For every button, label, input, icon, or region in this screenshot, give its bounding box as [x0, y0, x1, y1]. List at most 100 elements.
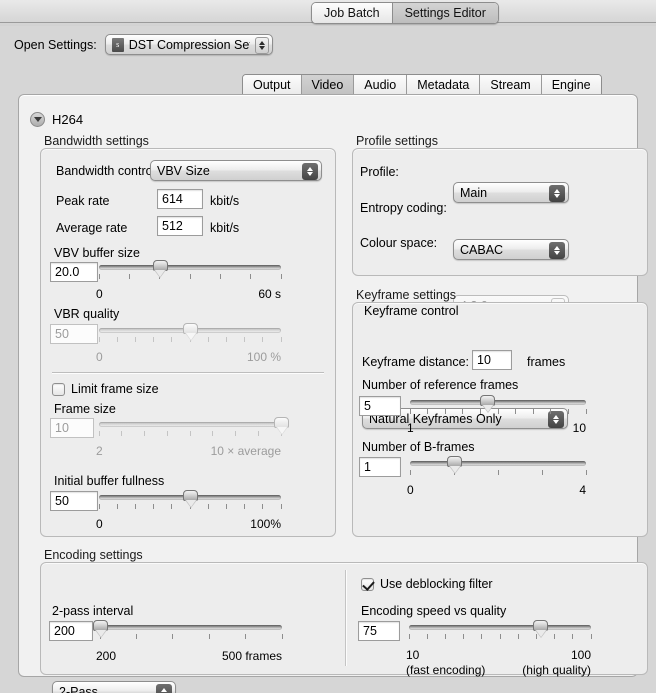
vbr-quality-slider[interactable]	[99, 322, 281, 348]
initial-buffer-min-label: 0	[96, 517, 103, 531]
b-frames-max-label: 4	[506, 483, 586, 497]
b-frames-slider[interactable]	[410, 455, 586, 481]
document-icon: s	[112, 38, 124, 52]
tab-stream[interactable]: Stream	[479, 75, 540, 94]
encoding-group-title: Encoding settings	[44, 548, 143, 562]
limit-frame-size-checkbox[interactable]	[52, 383, 65, 396]
keyframe-group-title: Keyframe settings	[356, 288, 456, 302]
deblocking-checkbox-row[interactable]: Use deblocking filter	[361, 577, 493, 591]
segment-settings-editor[interactable]: Settings Editor	[392, 3, 498, 23]
pass-interval-slider[interactable]	[100, 619, 282, 645]
disclosure-triangle-down-icon[interactable]	[30, 112, 45, 127]
pass-interval-label: 2-pass interval	[52, 604, 133, 618]
open-settings-row: Open Settings: s DST Compression Setting	[14, 34, 273, 55]
profile-dropdown[interactable]: Main	[453, 182, 569, 203]
profile-group-title: Profile settings	[356, 134, 438, 148]
tab-audio[interactable]: Audio	[353, 75, 406, 94]
open-settings-label: Open Settings:	[14, 38, 97, 52]
limit-frame-size-checkbox-row[interactable]: Limit frame size	[52, 382, 159, 396]
slider-thumb[interactable]	[153, 260, 168, 280]
bandwidth-control-value: VBV Size	[157, 164, 210, 178]
keyframe-control-label: Keyframe control	[364, 304, 458, 318]
reference-frames-input[interactable]: 5	[359, 396, 401, 416]
slider-thumb[interactable]	[93, 620, 108, 640]
average-rate-unit: kbit/s	[210, 221, 239, 235]
b-frames-min-label: 0	[407, 483, 414, 497]
vbv-buffer-min-label: 0	[96, 287, 103, 301]
average-rate-input[interactable]: 512	[157, 216, 203, 236]
slider-track	[99, 265, 281, 270]
keyframe-distance-unit: frames	[527, 355, 565, 369]
slider-thumb[interactable]	[447, 456, 462, 476]
slider-thumb[interactable]	[274, 417, 289, 437]
reference-frames-min-label: 1	[407, 421, 414, 435]
keyframe-distance-label: Keyframe distance:	[362, 355, 469, 369]
reference-frames-max-label: 10	[506, 421, 586, 435]
main-view-switcher[interactable]: Job Batch Settings Editor	[311, 2, 499, 24]
peak-rate-unit: kbit/s	[210, 194, 239, 208]
slider-ticks	[100, 634, 282, 640]
open-settings-dropdown[interactable]: s DST Compression Setting	[105, 34, 273, 55]
pass-interval-input[interactable]: 200	[49, 621, 93, 641]
bandwidth-control-dropdown[interactable]: VBV Size	[150, 160, 322, 181]
peak-rate-label: Peak rate	[56, 194, 110, 208]
slider-ticks	[410, 470, 586, 476]
chevron-updown-icon[interactable]	[549, 185, 565, 202]
tab-video[interactable]: Video	[301, 75, 354, 94]
settings-tabs[interactable]: Output Video Audio Metadata Stream Engin…	[242, 74, 602, 95]
b-frames-label: Number of B-frames	[362, 440, 475, 454]
vbv-buffer-slider[interactable]	[99, 259, 281, 285]
slider-thumb[interactable]	[480, 395, 495, 415]
open-settings-value: DST Compression Setting	[129, 38, 250, 52]
initial-buffer-slider[interactable]	[99, 489, 281, 515]
slider-ticks	[410, 409, 586, 415]
bandwidth-divider	[52, 372, 324, 373]
speed-quality-slider[interactable]	[409, 619, 591, 645]
speed-quality-min-label: 10	[406, 648, 419, 662]
chevron-updown-icon[interactable]	[549, 242, 565, 259]
chevron-updown-icon[interactable]	[156, 684, 172, 693]
slider-ticks	[99, 431, 281, 437]
frame-size-min-label: 2	[96, 444, 103, 458]
initial-buffer-input[interactable]: 50	[50, 491, 98, 511]
slider-track	[409, 625, 591, 630]
average-rate-label: Average rate	[56, 221, 127, 235]
speed-quality-max-label: 100	[491, 648, 591, 662]
frame-size-slider[interactable]	[99, 416, 281, 442]
frame-size-input[interactable]: 10	[50, 418, 94, 438]
vbr-quality-max-label: 100 %	[181, 350, 281, 364]
pass-mode-dropdown[interactable]: 2-Pass	[52, 681, 176, 693]
vbv-buffer-label: VBV buffer size	[54, 246, 140, 260]
stepper-icon[interactable]	[255, 37, 269, 54]
slider-track	[410, 400, 586, 405]
slider-track	[99, 422, 281, 427]
b-frames-input[interactable]: 1	[359, 457, 401, 477]
tab-engine[interactable]: Engine	[541, 75, 601, 94]
keyframe-distance-input[interactable]: 10	[472, 350, 512, 370]
deblocking-checkbox[interactable]	[361, 578, 374, 591]
slider-thumb[interactable]	[183, 490, 198, 510]
frame-size-max-label: 10 × average	[161, 444, 281, 458]
limit-frame-size-label: Limit frame size	[71, 382, 159, 396]
tab-metadata[interactable]: Metadata	[406, 75, 479, 94]
vbv-buffer-max-label: 60 s	[181, 287, 281, 301]
peak-rate-input[interactable]: 614	[157, 189, 203, 209]
colour-space-label: Colour space:	[360, 236, 437, 250]
vbv-buffer-input[interactable]: 20.0	[50, 262, 98, 282]
speed-quality-input[interactable]: 75	[358, 621, 400, 641]
slider-thumb[interactable]	[183, 323, 198, 343]
chevron-updown-icon[interactable]	[302, 163, 318, 180]
reference-frames-slider[interactable]	[410, 394, 586, 420]
profile-value: Main	[460, 186, 487, 200]
tab-output[interactable]: Output	[243, 75, 301, 94]
slider-thumb[interactable]	[533, 620, 548, 640]
vbr-quality-input[interactable]: 50	[50, 324, 98, 344]
pass-interval-min-label: 200	[96, 649, 116, 663]
entropy-coding-dropdown[interactable]: CABAC	[453, 239, 569, 260]
reference-frames-label: Number of reference frames	[362, 378, 518, 392]
segment-job-batch[interactable]: Job Batch	[312, 3, 392, 23]
initial-buffer-max-label: 100%	[181, 517, 281, 531]
vbr-quality-label: VBR quality	[54, 307, 119, 321]
slider-ticks	[99, 274, 281, 280]
profile-label: Profile:	[360, 165, 399, 179]
